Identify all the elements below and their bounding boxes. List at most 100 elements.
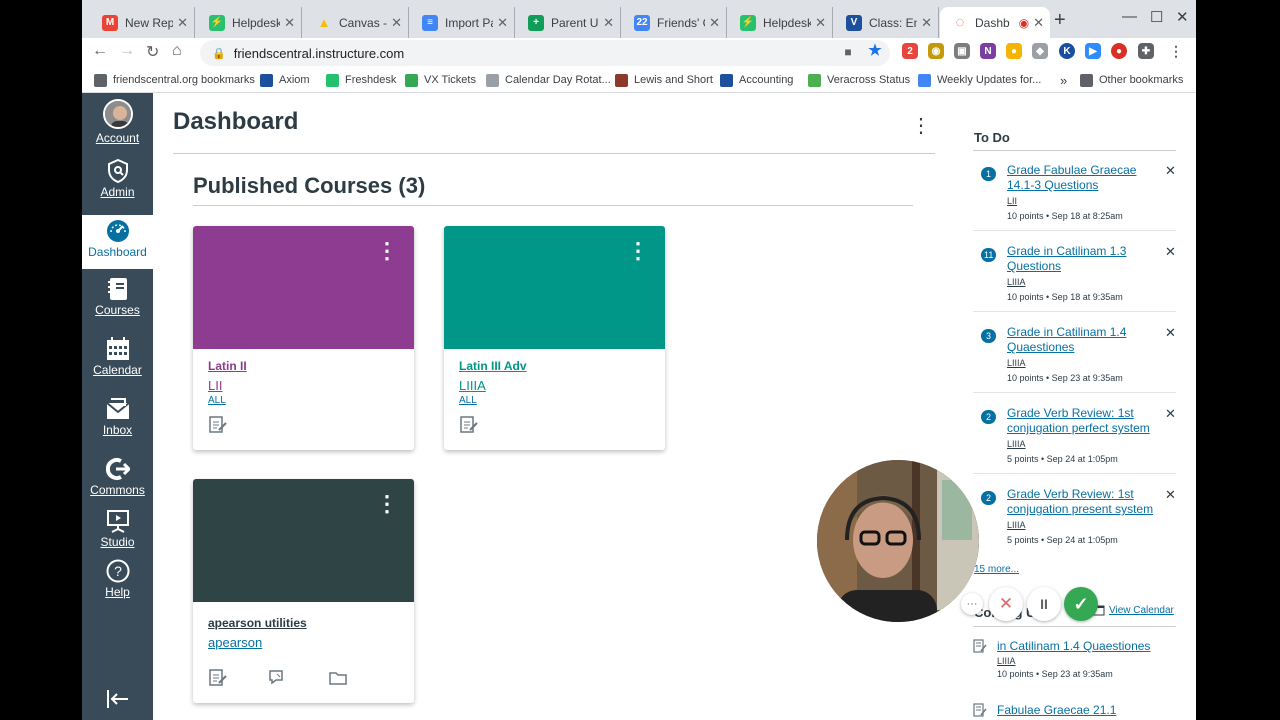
todo-title-link[interactable]: Grade in Catilinam 1.4 Quaestiones bbox=[1007, 325, 1157, 355]
course-card-header[interactable]: ⋮ bbox=[193, 479, 414, 602]
course-card-header[interactable]: ⋮ bbox=[193, 226, 414, 349]
address-bar[interactable]: 🔒 friendscentral.instructure.com bbox=[200, 40, 890, 66]
assignments-icon[interactable] bbox=[208, 669, 228, 687]
course-term[interactable]: ALL bbox=[459, 395, 477, 406]
coming-up-title-link[interactable]: Fabulae Graecae 21.1 bbox=[997, 703, 1116, 717]
bookmark-item[interactable]: Lewis and Short bbox=[615, 71, 713, 89]
dashboard-options-icon[interactable]: ⋮ bbox=[911, 113, 931, 138]
close-tab-icon[interactable]: ✕ bbox=[921, 15, 932, 31]
course-name[interactable]: apearson utilities bbox=[208, 616, 307, 630]
extension-icon[interactable]: ● bbox=[1006, 43, 1022, 59]
collapse-nav-button[interactable] bbox=[82, 687, 153, 711]
webcam-bubble[interactable] bbox=[817, 460, 979, 622]
course-card[interactable]: ⋮ apearson utilities apearson bbox=[193, 479, 414, 703]
course-name[interactable]: Latin III Adv bbox=[459, 359, 527, 373]
bookmark-item[interactable]: Veracross Status bbox=[808, 71, 910, 89]
extension-icon[interactable]: ◉ bbox=[928, 43, 944, 59]
view-calendar-link[interactable]: View Calendar bbox=[1093, 604, 1174, 616]
assignments-icon[interactable] bbox=[208, 416, 228, 434]
recorder-pause-button[interactable]: II bbox=[1027, 587, 1061, 621]
nav-item-admin[interactable]: Admin bbox=[82, 159, 153, 209]
kami-icon[interactable]: K bbox=[1059, 43, 1075, 59]
close-tab-icon[interactable]: ✕ bbox=[603, 15, 614, 31]
tab[interactable]: + Parent Use ✕ bbox=[516, 7, 621, 38]
course-term[interactable]: ALL bbox=[208, 395, 226, 406]
browser-menu-icon[interactable]: ⋮ bbox=[1168, 43, 1184, 59]
todo-course[interactable]: LIIIA bbox=[1007, 520, 1026, 530]
back-icon[interactable]: ← bbox=[92, 42, 108, 60]
new-tab-button[interactable]: + bbox=[1054, 9, 1066, 32]
recorder-more-button[interactable]: ··· bbox=[961, 593, 983, 615]
todo-title-link[interactable]: Grade Verb Review: 1st conjugation prese… bbox=[1007, 487, 1157, 517]
close-tab-icon[interactable]: ✕ bbox=[709, 15, 720, 31]
todo-course[interactable]: LII bbox=[1007, 196, 1017, 206]
dismiss-icon[interactable]: ✕ bbox=[1165, 406, 1176, 422]
todo-title-link[interactable]: Grade Fabulae Graecae 14.1-3 Questions bbox=[1007, 163, 1157, 193]
dismiss-icon[interactable]: ✕ bbox=[1165, 325, 1176, 341]
nav-item-help[interactable]: ? Help bbox=[82, 559, 153, 609]
tab[interactable]: 22 Friends' Ce ✕ bbox=[622, 7, 727, 38]
tab[interactable]: ▲ Canvas - G✕ bbox=[304, 7, 409, 38]
assignments-icon[interactable] bbox=[459, 416, 479, 434]
card-options-icon[interactable]: ⋮ bbox=[376, 493, 398, 515]
forward-icon[interactable]: → bbox=[119, 42, 135, 60]
todo-title-link[interactable]: Grade Verb Review: 1st conjugation perfe… bbox=[1007, 406, 1157, 436]
course-name[interactable]: Latin II bbox=[208, 359, 247, 373]
tab-active[interactable]: ◌ Dashb ◉ ✕ bbox=[940, 7, 1050, 38]
bookmark-item[interactable]: Calendar Day Rotat... bbox=[486, 71, 611, 89]
coming-up-title-link[interactable]: in Catilinam 1.4 Quaestiones bbox=[997, 639, 1150, 653]
nav-item-account[interactable]: Account bbox=[82, 99, 153, 149]
bookmark-item[interactable]: Freshdesk bbox=[326, 71, 396, 89]
nav-item-inbox[interactable]: Inbox bbox=[82, 397, 153, 447]
course-code[interactable]: LIIIA bbox=[459, 378, 486, 393]
tab[interactable]: ⚡ Helpdesk :✕ bbox=[197, 7, 302, 38]
tab[interactable]: V Class: Engl ✕ bbox=[834, 7, 939, 38]
dismiss-icon[interactable]: ✕ bbox=[1165, 244, 1176, 260]
card-options-icon[interactable]: ⋮ bbox=[627, 240, 649, 262]
nav-item-studio[interactable]: Studio bbox=[82, 509, 153, 559]
extensions-puzzle-icon[interactable]: ✚ bbox=[1138, 43, 1154, 59]
bookmark-item[interactable]: Weekly Updates for... bbox=[918, 71, 1041, 89]
other-bookmarks[interactable]: Other bookmarks bbox=[1080, 71, 1183, 89]
coming-up-course[interactable]: LIIIA bbox=[997, 656, 1016, 666]
zoom-icon[interactable]: ▶ bbox=[1085, 43, 1101, 59]
recorder-done-button[interactable]: ✓ bbox=[1064, 587, 1098, 621]
onenote-icon[interactable]: N bbox=[980, 43, 996, 59]
course-code[interactable]: LII bbox=[208, 378, 222, 393]
todo-course[interactable]: LIIIA bbox=[1007, 358, 1026, 368]
tab[interactable]: M New Reply ✕ bbox=[90, 7, 195, 38]
files-folder-icon[interactable] bbox=[328, 669, 348, 687]
card-options-icon[interactable]: ⋮ bbox=[376, 240, 398, 262]
extension-icon[interactable]: ▣ bbox=[954, 43, 970, 59]
tab[interactable]: ≡ Import Par ✕ bbox=[410, 7, 515, 38]
extension-icon[interactable]: 2 bbox=[902, 43, 918, 59]
course-card-header[interactable]: ⋮ bbox=[444, 226, 665, 349]
more-bookmarks-button[interactable]: » bbox=[1060, 71, 1067, 89]
course-code[interactable]: apearson bbox=[208, 635, 262, 650]
nav-item-commons[interactable]: Commons bbox=[82, 457, 153, 507]
extension-icon[interactable]: ◆ bbox=[1032, 43, 1048, 59]
close-tab-icon[interactable]: ✕ bbox=[1033, 15, 1044, 31]
dismiss-icon[interactable]: ✕ bbox=[1165, 163, 1176, 179]
more-todos-link[interactable]: 15 more... bbox=[974, 564, 1019, 575]
bookmark-star-icon[interactable]: ★ bbox=[867, 42, 883, 59]
camera-icon[interactable]: ■ bbox=[840, 44, 856, 60]
close-window-button[interactable]: ✕ bbox=[1176, 8, 1189, 26]
course-card[interactable]: ⋮ Latin III Adv LIIIA ALL bbox=[444, 226, 665, 450]
bookmark-item[interactable]: Accounting bbox=[720, 71, 793, 89]
nav-item-dashboard[interactable]: Dashboard bbox=[82, 215, 153, 269]
close-tab-icon[interactable]: ✕ bbox=[815, 15, 826, 31]
close-tab-icon[interactable]: ✕ bbox=[497, 15, 508, 31]
close-tab-icon[interactable]: ✕ bbox=[391, 15, 402, 31]
bookmark-item[interactable]: Axiom bbox=[260, 71, 310, 89]
course-card[interactable]: ⋮ Latin II LII ALL bbox=[193, 226, 414, 450]
minimize-button[interactable]: — bbox=[1122, 8, 1137, 25]
todo-course[interactable]: LIIIA bbox=[1007, 439, 1026, 449]
bookmark-item[interactable]: VX Tickets bbox=[405, 71, 476, 89]
recorder-cancel-button[interactable]: ✕ bbox=[989, 587, 1023, 621]
reload-icon[interactable]: ↻ bbox=[146, 42, 159, 62]
maximize-button[interactable]: ☐ bbox=[1150, 8, 1163, 26]
nav-item-calendar[interactable]: Calendar bbox=[82, 337, 153, 387]
nav-item-courses[interactable]: Courses bbox=[82, 277, 153, 327]
bookmark-item[interactable]: friendscentral.org bookmarks bbox=[94, 71, 255, 89]
